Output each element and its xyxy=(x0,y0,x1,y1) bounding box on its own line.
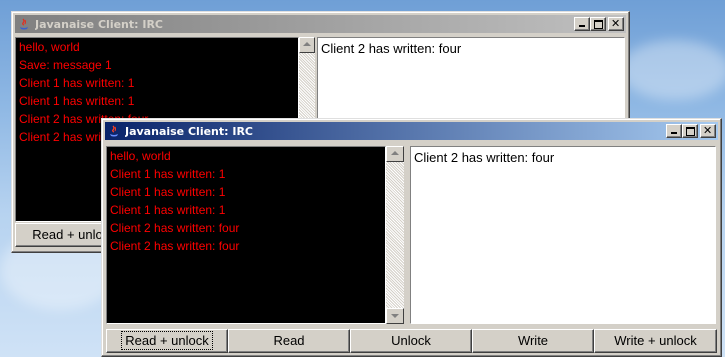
close-button[interactable]: ✕ xyxy=(700,124,716,138)
input-text: Client 2 has written: four xyxy=(414,150,555,165)
log-line: hello, world xyxy=(110,149,171,163)
java-icon xyxy=(110,125,118,137)
close-button[interactable]: ✕ xyxy=(608,17,624,31)
button-label: Write xyxy=(517,333,549,348)
minimize-button[interactable] xyxy=(574,17,590,31)
read-button[interactable]: Read xyxy=(228,329,350,353)
log-line: Client 2 has written: four xyxy=(110,239,240,253)
input-text: Client 2 has written: four xyxy=(321,41,462,56)
java-icon xyxy=(20,18,28,30)
up-arrow-icon xyxy=(303,42,311,46)
button-label: Read xyxy=(273,333,305,348)
minimize-icon xyxy=(671,132,677,134)
vertical-scrollbar[interactable] xyxy=(386,146,404,324)
title-bar[interactable]: Javanaise Client: IRC ✕ xyxy=(15,15,626,33)
maximize-icon xyxy=(686,127,695,136)
log-line: Client 1 has written: 1 xyxy=(19,94,135,108)
scroll-up-button[interactable] xyxy=(386,146,404,162)
maximize-button[interactable] xyxy=(590,17,606,31)
window-title: Javanaise Client: IRC xyxy=(125,124,253,138)
maximize-icon xyxy=(594,20,603,29)
minimize-button[interactable] xyxy=(666,124,682,138)
desktop-background-cloud xyxy=(620,40,725,100)
write-button[interactable]: Write xyxy=(472,329,594,353)
write-unlock-button[interactable]: Write + unlock xyxy=(594,329,717,353)
button-label: Read + unlock xyxy=(121,331,213,350)
log-line: Client 1 has written: 1 xyxy=(110,203,226,217)
message-log[interactable]: hello, world Client 1 has written: 1 Cli… xyxy=(106,146,386,324)
log-line: Client 2 has written: four xyxy=(110,221,240,235)
down-arrow-icon xyxy=(391,314,399,318)
message-input[interactable]: Client 2 has written: four xyxy=(410,146,716,324)
button-label: Unlock xyxy=(391,333,431,348)
maximize-button[interactable] xyxy=(682,124,698,138)
log-line: Client 1 has written: 1 xyxy=(19,76,135,90)
unlock-button[interactable]: Unlock xyxy=(350,329,472,353)
button-label: Write + unlock xyxy=(614,333,697,348)
read-unlock-button[interactable]: Read + unlock xyxy=(106,329,228,353)
log-line: Client 1 has written: 1 xyxy=(110,167,226,181)
log-line: Client 1 has written: 1 xyxy=(110,185,226,199)
irc-window-front[interactable]: Javanaise Client: IRC ✕ hello, world Cli… xyxy=(101,118,722,357)
minimize-icon xyxy=(579,25,585,27)
scroll-up-button[interactable] xyxy=(299,37,315,53)
scroll-down-button[interactable] xyxy=(386,308,404,324)
title-bar[interactable]: Javanaise Client: IRC ✕ xyxy=(105,122,718,140)
window-title: Javanaise Client: IRC xyxy=(35,17,163,31)
close-icon: ✕ xyxy=(703,124,713,137)
up-arrow-icon xyxy=(391,151,399,155)
close-icon: ✕ xyxy=(611,17,621,30)
log-line: hello, world xyxy=(19,40,80,54)
log-line: Save: message 1 xyxy=(19,58,112,72)
